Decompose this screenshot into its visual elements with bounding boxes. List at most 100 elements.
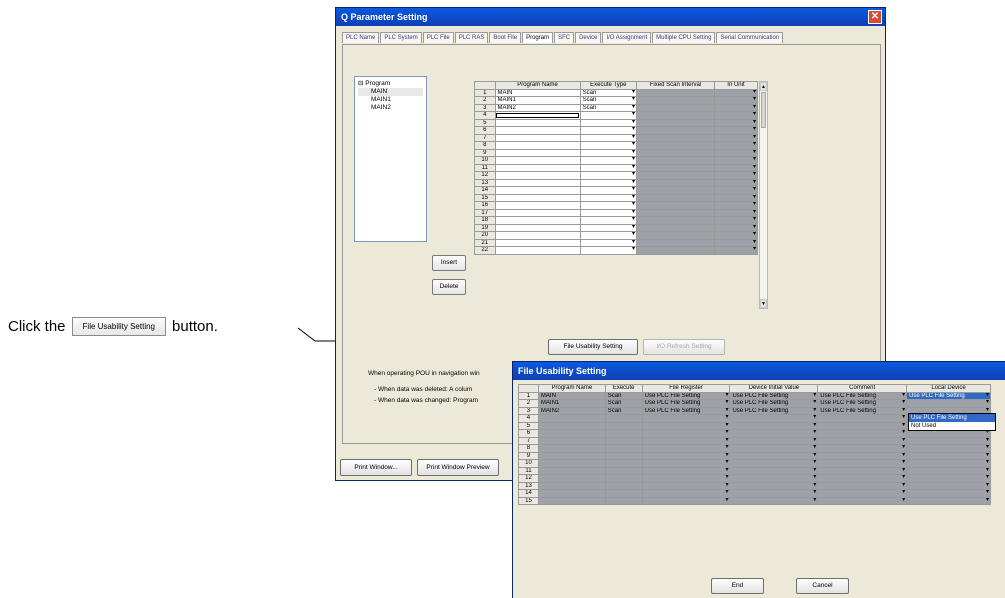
execute-type-cell[interactable]: Scan xyxy=(579,103,637,112)
fu-file-register-cell[interactable] xyxy=(641,474,731,483)
fu-file-register-cell[interactable] xyxy=(641,444,731,453)
print-window-button[interactable]: Print Window... xyxy=(340,459,412,476)
option-use-plc-file-setting[interactable]: Use PLC File Setting xyxy=(909,414,995,422)
program-name-cell[interactable] xyxy=(494,231,581,240)
execute-type-cell[interactable] xyxy=(579,133,637,142)
program-name-cell[interactable]: MAIN2 xyxy=(494,103,581,112)
tab-plc-ras[interactable]: PLC RAS xyxy=(454,32,489,43)
scroll-up-icon[interactable]: ▲ xyxy=(760,82,767,91)
execute-type-cell[interactable] xyxy=(579,118,637,127)
scroll-down-icon[interactable]: ▼ xyxy=(760,299,767,308)
execute-type-cell[interactable] xyxy=(579,163,637,172)
program-name-cell[interactable] xyxy=(494,171,581,180)
fu-device-initial-cell[interactable]: Use PLC File Setting xyxy=(729,406,819,415)
program-name-cell[interactable] xyxy=(494,156,581,165)
tab-device[interactable]: Device xyxy=(575,32,602,43)
execute-type-cell[interactable] xyxy=(579,231,637,240)
fu-device-initial-cell[interactable] xyxy=(729,429,819,438)
fu-comment-cell[interactable] xyxy=(817,474,908,483)
fu-device-initial-cell[interactable]: Use PLC File Setting xyxy=(729,399,819,408)
fu-comment-cell[interactable]: Use PLC File Setting xyxy=(817,399,908,408)
fu-comment-cell[interactable] xyxy=(817,436,908,445)
fu-local-device-cell[interactable] xyxy=(906,489,991,498)
fu-file-register-cell[interactable] xyxy=(641,436,731,445)
execute-type-cell[interactable] xyxy=(579,148,637,157)
fu-device-initial-cell[interactable] xyxy=(729,459,819,468)
fu-file-register-cell[interactable] xyxy=(641,414,731,423)
execute-type-cell[interactable]: Scan xyxy=(579,88,637,97)
execute-type-cell[interactable] xyxy=(579,246,637,255)
fu-local-device-cell[interactable] xyxy=(906,481,991,490)
tree-item-main1[interactable]: MAIN1 xyxy=(358,96,423,104)
fu-file-register-cell[interactable] xyxy=(641,421,731,430)
fu-device-initial-cell[interactable] xyxy=(729,496,819,505)
end-button[interactable]: End xyxy=(711,578,764,594)
execute-type-cell[interactable] xyxy=(579,126,637,135)
program-name-cell[interactable] xyxy=(494,126,581,135)
execute-type-cell[interactable] xyxy=(579,156,637,165)
fu-local-device-cell[interactable] xyxy=(906,451,991,460)
program-name-cell[interactable] xyxy=(494,238,581,247)
program-name-cell[interactable] xyxy=(494,178,581,187)
fu-file-register-cell[interactable] xyxy=(641,459,731,468)
fu-comment-cell[interactable]: Use PLC File Setting xyxy=(817,391,908,400)
fu-comment-cell[interactable] xyxy=(817,414,908,423)
fu-local-device-cell[interactable] xyxy=(906,399,991,408)
tab-serial-communication[interactable]: Serial Communication xyxy=(716,32,784,43)
fu-local-device-cell[interactable] xyxy=(906,459,991,468)
execute-type-cell[interactable]: Scan xyxy=(579,96,637,105)
file-usability-setting-button[interactable]: File Usability Setting xyxy=(548,339,638,355)
fu-file-register-cell[interactable] xyxy=(641,481,731,490)
fu-file-register-cell[interactable]: Use PLC File Setting xyxy=(641,406,731,415)
fu-comment-cell[interactable] xyxy=(817,489,908,498)
fu-local-device-cell[interactable]: Use PLC File Setting xyxy=(906,391,991,400)
tab-boot-file[interactable]: Boot File xyxy=(489,32,522,43)
fu-file-register-cell[interactable] xyxy=(641,451,731,460)
fu-device-initial-cell[interactable] xyxy=(729,474,819,483)
program-name-cell[interactable] xyxy=(494,148,581,157)
scroll-thumb[interactable] xyxy=(761,92,766,128)
tab-sfc[interactable]: SFC xyxy=(554,32,575,43)
execute-type-cell[interactable] xyxy=(579,223,637,232)
program-name-cell[interactable] xyxy=(494,193,581,202)
fu-comment-cell[interactable] xyxy=(817,429,908,438)
execute-type-cell[interactable] xyxy=(579,208,637,217)
execute-type-cell[interactable] xyxy=(579,141,637,150)
program-name-cell[interactable] xyxy=(494,111,581,120)
fu-file-register-cell[interactable] xyxy=(641,429,731,438)
tab-i-o-assignment[interactable]: I/O Assignment xyxy=(602,32,652,43)
execute-type-cell[interactable] xyxy=(579,201,637,210)
program-name-cell[interactable] xyxy=(494,141,581,150)
execute-type-cell[interactable] xyxy=(579,178,637,187)
main-close-icon[interactable]: ✕ xyxy=(868,10,882,24)
fu-device-initial-cell[interactable] xyxy=(729,481,819,490)
fu-comment-cell[interactable] xyxy=(817,459,908,468)
fu-device-initial-cell[interactable] xyxy=(729,466,819,475)
fu-file-register-cell[interactable] xyxy=(641,496,731,505)
delete-button[interactable]: Delete xyxy=(432,279,466,295)
tab-program[interactable]: Program xyxy=(522,32,554,43)
fu-local-device-cell[interactable] xyxy=(906,474,991,483)
fu-comment-cell[interactable] xyxy=(817,451,908,460)
option-not-used[interactable]: Not Used xyxy=(909,422,995,430)
print-window-preview-button[interactable]: Print Window Preview xyxy=(417,459,499,476)
tree-item-main2[interactable]: MAIN2 xyxy=(358,104,423,112)
tree-root-program[interactable]: ⊟ Program xyxy=(358,80,423,88)
fu-local-device-cell[interactable] xyxy=(906,496,991,505)
tree-item-main[interactable]: MAIN xyxy=(358,88,423,96)
fu-local-device-cell[interactable] xyxy=(906,466,991,475)
fu-comment-cell[interactable] xyxy=(817,421,908,430)
fu-comment-cell[interactable]: Use PLC File Setting xyxy=(817,406,908,415)
fu-device-initial-cell[interactable] xyxy=(729,444,819,453)
program-name-cell[interactable] xyxy=(494,208,581,217)
cancel-button[interactable]: Cancel xyxy=(796,578,849,594)
program-name-cell[interactable] xyxy=(494,118,581,127)
fu-device-initial-cell[interactable] xyxy=(729,489,819,498)
fu-device-initial-cell[interactable] xyxy=(729,451,819,460)
fu-device-initial-cell[interactable] xyxy=(729,421,819,430)
fu-file-register-cell[interactable]: Use PLC File Setting xyxy=(641,391,731,400)
fu-file-register-cell[interactable]: Use PLC File Setting xyxy=(641,399,731,408)
program-name-cell[interactable]: MAIN1 xyxy=(494,96,581,105)
program-name-cell[interactable] xyxy=(494,223,581,232)
fu-local-device-cell[interactable] xyxy=(906,436,991,445)
